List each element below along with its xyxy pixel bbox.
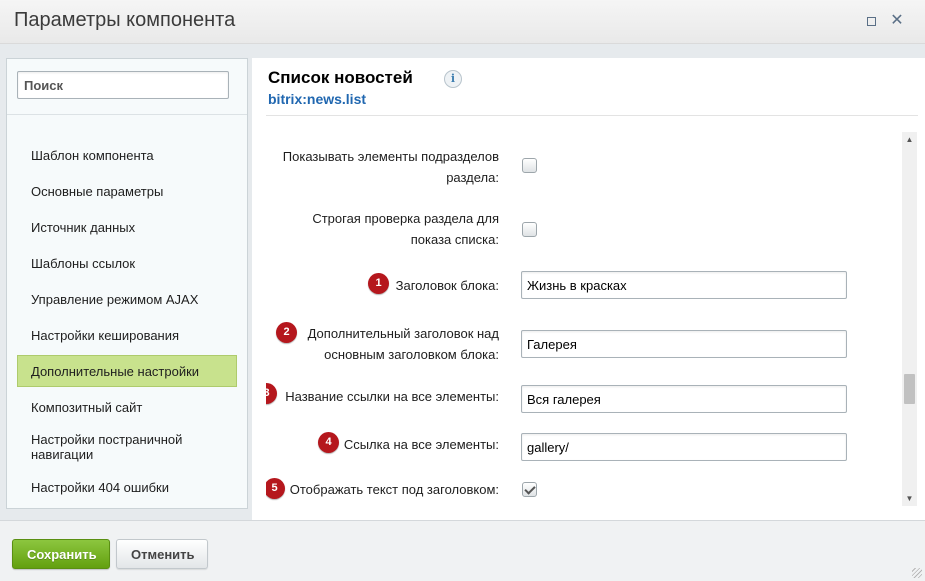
extra-title-input[interactable] (521, 330, 847, 358)
param-label: Заголовок блока: (395, 278, 499, 293)
sidebar-search-area (7, 59, 247, 115)
sidebar-item-url-templates[interactable]: Шаблоны ссылок (7, 245, 247, 281)
step-badge: 3 (266, 383, 277, 404)
dialog-body: Шаблон компонента Основные параметры Ист… (0, 44, 925, 520)
sidebar-item-label: Источник данных (31, 219, 136, 235)
sidebar: Шаблон компонента Основные параметры Ист… (6, 58, 248, 509)
params-list: Показывать элементы подразделов раздела:… (266, 132, 902, 506)
sidebar-item-label: Настройки постраничной навигации (31, 432, 183, 462)
show-text-checkbox[interactable] (522, 482, 537, 497)
param-row: 5 Отображать текст под заголовком: (266, 478, 902, 504)
param-row: Показывать элементы подразделов раздела: (266, 146, 902, 190)
step-badge: 1 (368, 273, 389, 294)
close-icon[interactable]: ✕ (890, 13, 904, 29)
step-badge: 4 (318, 432, 339, 453)
param-row: 2 Дополнительный заголовок над основным … (266, 322, 902, 366)
param-row: 1 Заголовок блока: (266, 270, 902, 300)
sidebar-nav: Шаблон компонента Основные параметры Ист… (7, 137, 247, 505)
param-label: Дополнительный заголовок над основным за… (307, 326, 499, 362)
save-button[interactable]: Сохранить (12, 539, 110, 569)
scroll-down-icon[interactable]: ▼ (902, 491, 917, 506)
dialog-footer: Сохранить Отменить (0, 520, 925, 581)
sidebar-item-label: Настройки 404 ошибки (31, 479, 169, 495)
sidebar-item-label: Дополнительные настройки (31, 363, 200, 379)
param-checkbox[interactable] (522, 222, 537, 237)
dialog-title: Параметры компонента (14, 9, 236, 31)
param-label: Показывать элементы подразделов раздела: (282, 149, 499, 185)
scroll-up-icon[interactable]: ▲ (902, 132, 917, 147)
param-row: 4 Ссылка на все элементы: (266, 432, 902, 462)
dialog-titlebar: Параметры компонента ✕ (0, 0, 925, 44)
info-icon[interactable]: i (444, 70, 462, 88)
sidebar-item-label: Шаблоны ссылок (31, 255, 136, 271)
search-input[interactable] (17, 71, 229, 99)
component-code: bitrix:news.list (268, 91, 367, 107)
all-link-url-input[interactable] (521, 433, 847, 461)
sidebar-item-label: Управление режимом AJAX (31, 291, 199, 307)
sidebar-item-404[interactable]: Настройки 404 ошибки (7, 469, 247, 505)
block-title-input[interactable] (521, 271, 847, 299)
sidebar-item-additional[interactable]: Дополнительные настройки (17, 355, 237, 387)
step-badge: 5 (266, 478, 285, 499)
param-checkbox[interactable] (522, 158, 537, 173)
param-row: Строгая проверка раздела для показа спис… (266, 208, 902, 252)
sidebar-item-pager[interactable]: Настройки постраничной навигации (7, 425, 247, 469)
param-label: Строгая проверка раздела для показа спис… (312, 211, 499, 247)
maximize-icon[interactable] (864, 14, 878, 28)
sidebar-item-label: Композитный сайт (31, 399, 143, 415)
sidebar-item-ajax[interactable]: Управление режимом AJAX (7, 281, 247, 317)
sidebar-item-composite[interactable]: Композитный сайт (7, 389, 247, 425)
sidebar-item-template[interactable]: Шаблон компонента (7, 137, 247, 173)
param-label: Название ссылки на все элементы: (285, 389, 499, 404)
sidebar-item-data-source[interactable]: Источник данных (7, 209, 247, 245)
param-label: Отображать текст под заголовком: (289, 482, 499, 497)
component-title: Список новостей (268, 68, 413, 87)
all-link-name-input[interactable] (521, 385, 847, 413)
sidebar-item-label: Шаблон компонента (31, 147, 154, 163)
param-row: 3 Название ссылки на все элементы: (266, 383, 902, 413)
param-label: Ссылка на все элементы: (343, 437, 499, 452)
sidebar-item-cache[interactable]: Настройки кеширования (7, 317, 247, 353)
main-panel: Список новостей i bitrix:news.list Показ… (252, 58, 925, 520)
sidebar-item-label: Основные параметры (31, 183, 164, 199)
params-scrollbar[interactable]: ▲ ▼ (902, 132, 917, 506)
cancel-button[interactable]: Отменить (116, 539, 208, 569)
resize-handle[interactable] (912, 568, 922, 578)
sidebar-item-basic[interactable]: Основные параметры (7, 173, 247, 209)
component-header: Список новостей i bitrix:news.list (266, 58, 918, 116)
sidebar-item-label: Настройки кеширования (31, 327, 180, 343)
scroll-thumb[interactable] (904, 374, 915, 404)
